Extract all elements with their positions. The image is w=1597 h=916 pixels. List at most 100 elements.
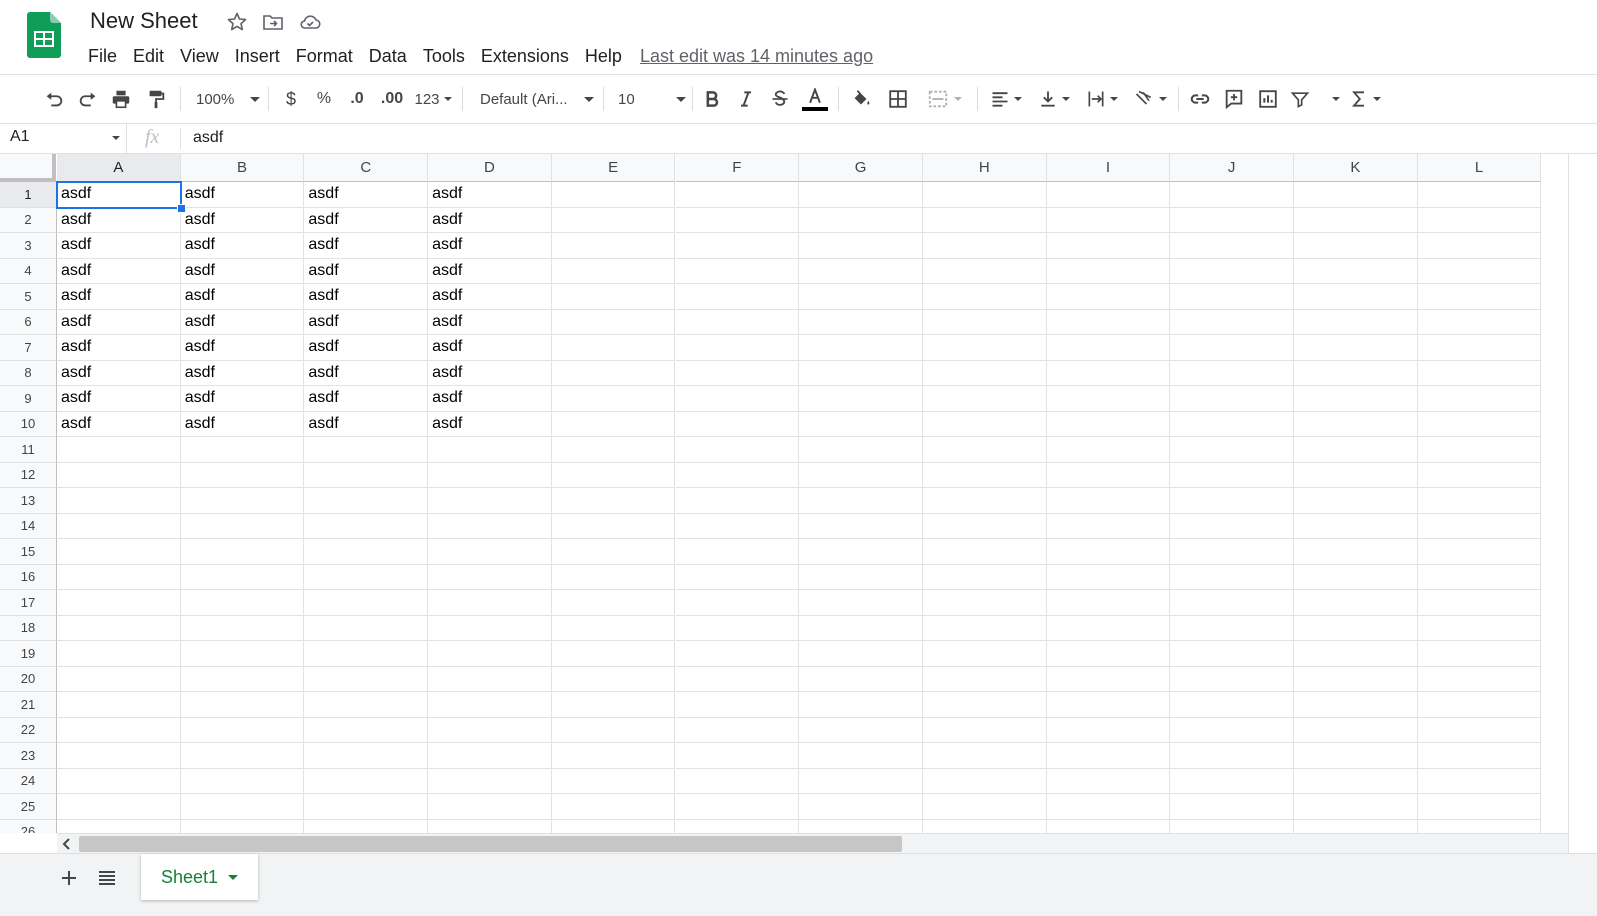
cell[interactable] <box>304 819 429 833</box>
cell[interactable] <box>551 564 676 590</box>
all-sheets-icon[interactable] <box>95 866 119 890</box>
cell[interactable] <box>551 488 676 514</box>
cell[interactable] <box>1294 717 1418 743</box>
cell[interactable] <box>1170 615 1294 641</box>
text-rotation-icon[interactable] <box>1130 83 1170 115</box>
cell[interactable] <box>675 513 800 539</box>
cell[interactable] <box>922 539 1047 565</box>
move-to-folder-icon[interactable] <box>261 10 285 34</box>
cell[interactable] <box>1046 641 1171 667</box>
cell[interactable] <box>428 539 552 565</box>
cell[interactable] <box>551 513 676 539</box>
cell[interactable] <box>799 819 923 833</box>
cell[interactable] <box>1417 335 1542 361</box>
cell[interactable] <box>551 335 676 361</box>
cell[interactable]: asdf <box>57 309 181 335</box>
row-header[interactable]: 23 <box>0 743 57 769</box>
cell[interactable] <box>1170 717 1294 743</box>
cell[interactable] <box>304 692 429 718</box>
cell[interactable] <box>428 488 552 514</box>
cell[interactable] <box>551 590 676 616</box>
row-header[interactable]: 18 <box>0 615 57 641</box>
cell[interactable] <box>304 590 429 616</box>
cell[interactable] <box>922 743 1047 769</box>
insert-link-icon[interactable] <box>1186 83 1214 115</box>
cell[interactable]: asdf <box>304 411 429 437</box>
cell[interactable] <box>922 360 1047 386</box>
sheets-logo-icon[interactable] <box>27 12 61 58</box>
cell[interactable] <box>922 590 1047 616</box>
cell[interactable] <box>1417 615 1542 641</box>
cell[interactable] <box>1046 258 1171 284</box>
cell[interactable] <box>1294 309 1418 335</box>
cell[interactable]: asdf <box>304 360 429 386</box>
cell[interactable] <box>1294 666 1418 692</box>
undo-icon[interactable] <box>40 83 68 115</box>
cell[interactable] <box>1294 437 1418 463</box>
italic-icon[interactable] <box>734 83 758 115</box>
cell[interactable] <box>304 615 429 641</box>
more-formats-button[interactable]: 123 <box>412 83 454 115</box>
row-header[interactable]: 20 <box>0 666 57 692</box>
row-header[interactable]: 9 <box>0 386 57 412</box>
cell[interactable] <box>57 590 181 616</box>
cell[interactable] <box>180 717 305 743</box>
cell[interactable] <box>1417 794 1542 820</box>
cell[interactable] <box>551 641 676 667</box>
cell[interactable] <box>675 386 800 412</box>
cell[interactable] <box>675 309 800 335</box>
menu-insert[interactable]: Insert <box>227 42 288 71</box>
cell[interactable] <box>922 768 1047 794</box>
cell[interactable] <box>676 819 800 833</box>
cloud-status-icon[interactable] <box>298 10 322 34</box>
cell[interactable] <box>304 794 429 820</box>
cell[interactable] <box>675 692 800 718</box>
cell[interactable] <box>428 666 552 692</box>
cell[interactable] <box>922 411 1047 437</box>
cell[interactable] <box>180 794 305 820</box>
font-size-select[interactable]: 10 <box>612 83 686 115</box>
cell[interactable]: asdf <box>428 335 552 361</box>
cell[interactable] <box>1417 182 1542 208</box>
cell[interactable] <box>1417 768 1542 794</box>
cell[interactable]: asdf <box>304 284 429 310</box>
cell[interactable] <box>1417 539 1542 565</box>
cell[interactable] <box>675 207 800 233</box>
cell[interactable] <box>1170 666 1294 692</box>
select-all-corner[interactable] <box>0 154 56 182</box>
cell[interactable] <box>922 284 1047 310</box>
cell[interactable] <box>1170 539 1294 565</box>
cell[interactable] <box>428 564 552 590</box>
cell[interactable] <box>1417 692 1542 718</box>
cell[interactable] <box>799 743 923 769</box>
cell[interactable]: asdf <box>57 284 181 310</box>
cell[interactable] <box>1417 207 1542 233</box>
fill-handle[interactable] <box>176 203 186 213</box>
cell[interactable] <box>1170 335 1294 361</box>
menu-edit[interactable]: Edit <box>125 42 172 71</box>
cell[interactable] <box>799 564 923 590</box>
cell[interactable] <box>180 539 305 565</box>
cell[interactable] <box>180 437 305 463</box>
cell[interactable] <box>675 539 800 565</box>
cell[interactable]: asdf <box>180 309 305 335</box>
borders-icon[interactable] <box>884 83 912 115</box>
cell[interactable] <box>799 513 923 539</box>
cell[interactable] <box>799 488 923 514</box>
zoom-select[interactable]: 100% <box>190 83 262 115</box>
cell[interactable] <box>1417 233 1542 259</box>
cell[interactable] <box>1417 590 1542 616</box>
cell[interactable] <box>57 539 181 565</box>
cell[interactable] <box>1046 488 1171 514</box>
cell[interactable] <box>1170 360 1294 386</box>
cell[interactable] <box>180 513 305 539</box>
sheet-tab-sheet1[interactable]: Sheet1 <box>141 854 258 900</box>
cell[interactable] <box>1170 386 1294 412</box>
cell[interactable]: asdf <box>304 182 429 208</box>
cell[interactable] <box>1417 309 1542 335</box>
cell[interactable] <box>799 590 923 616</box>
name-box[interactable]: A1 <box>0 124 127 153</box>
cell[interactable] <box>922 794 1047 820</box>
cell[interactable] <box>304 717 429 743</box>
cell[interactable]: asdf <box>428 284 552 310</box>
